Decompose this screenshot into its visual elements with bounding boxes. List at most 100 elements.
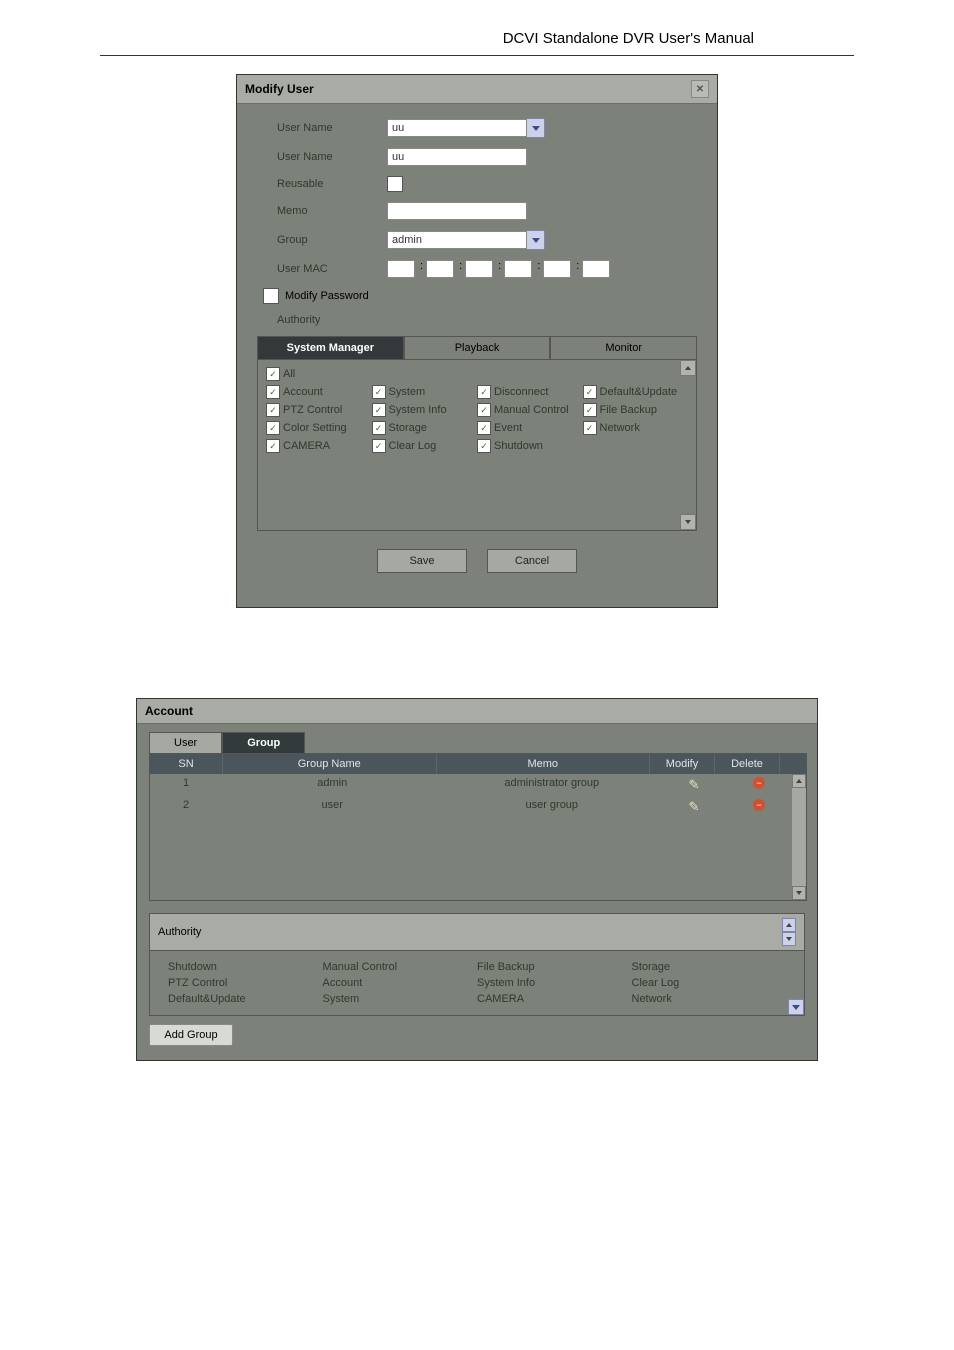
cancel-button[interactable]: Cancel: [487, 549, 577, 573]
reusable-label: Reusable: [257, 178, 387, 190]
perm-checkbox[interactable]: ✓: [266, 403, 280, 417]
col-sn-header: SN: [150, 754, 223, 774]
perm-label: File Backup: [600, 404, 657, 416]
scroll-down-button[interactable]: [680, 514, 696, 530]
authority-item: Default&Update: [168, 991, 323, 1007]
page-header: DCVI Standalone DVR User's Manual: [100, 0, 854, 56]
perm-label: System: [389, 386, 426, 398]
perm-checkbox[interactable]: ✓: [477, 385, 491, 399]
group-dropdown-button[interactable]: [527, 230, 545, 250]
add-group-button[interactable]: Add Group: [149, 1024, 233, 1046]
user-mac-label: User MAC: [257, 263, 387, 275]
cell-name: admin: [223, 774, 443, 796]
scroll-up-button[interactable]: [792, 774, 806, 788]
cell-memo: user group: [443, 796, 663, 818]
scroll-down-button[interactable]: [792, 886, 806, 900]
modify-password-checkbox[interactable]: [263, 288, 279, 304]
perm-label: Network: [600, 422, 640, 434]
perm-checkbox[interactable]: ✓: [266, 367, 280, 381]
reusable-checkbox[interactable]: [387, 176, 403, 192]
tab-user[interactable]: User: [149, 732, 222, 753]
modify-user-dialog: Modify User ✕ User Name User Name Reusab…: [236, 74, 718, 608]
permissions-panel: ✓All ✓Account ✓System ✓Disconnect ✓Defau…: [257, 360, 697, 531]
perm-label: PTZ Control: [283, 404, 342, 416]
perm-label: CAMERA: [283, 440, 330, 452]
col-delete-header: Delete: [715, 754, 780, 774]
authority-item: Storage: [632, 959, 787, 975]
mac-segment[interactable]: [504, 260, 532, 278]
group-table: SN Group Name Memo Modify Delete 1 admin…: [149, 753, 807, 901]
perm-checkbox[interactable]: ✓: [583, 421, 597, 435]
group-label: Group: [257, 234, 387, 246]
perm-checkbox[interactable]: ✓: [372, 403, 386, 417]
mac-segment[interactable]: [543, 260, 571, 278]
user-name-dropdown-button[interactable]: [527, 118, 545, 138]
scroll-down-button[interactable]: [788, 999, 804, 1015]
mac-segment[interactable]: [387, 260, 415, 278]
delete-icon[interactable]: −: [753, 799, 765, 811]
authority-label: Authority: [257, 314, 387, 326]
col-name-header: Group Name: [223, 754, 437, 774]
perm-checkbox[interactable]: ✓: [372, 385, 386, 399]
authority-item: File Backup: [477, 959, 632, 975]
tab-playback[interactable]: Playback: [404, 336, 551, 360]
perm-checkbox[interactable]: ✓: [477, 439, 491, 453]
mac-segment[interactable]: [582, 260, 610, 278]
save-button[interactable]: Save: [377, 549, 467, 573]
tab-monitor[interactable]: Monitor: [550, 336, 697, 360]
close-icon: ✕: [696, 84, 704, 95]
scroll-up-button[interactable]: [680, 360, 696, 376]
perm-label: Clear Log: [389, 440, 437, 452]
perm-checkbox[interactable]: ✓: [372, 421, 386, 435]
group-select[interactable]: [387, 231, 527, 249]
mac-segment[interactable]: [426, 260, 454, 278]
authority-item: Account: [323, 975, 478, 991]
perm-label: Account: [283, 386, 323, 398]
perm-checkbox[interactable]: ✓: [477, 403, 491, 417]
authority-item: System Info: [477, 975, 632, 991]
close-button[interactable]: ✕: [691, 80, 709, 98]
authority-item: System: [323, 991, 478, 1007]
chevron-down-icon: [796, 891, 802, 895]
perm-label: Storage: [389, 422, 428, 434]
delete-icon[interactable]: −: [753, 777, 765, 789]
tab-system-manager[interactable]: System Manager: [257, 336, 404, 360]
authority-list: Shutdown PTZ Control Default&Update Manu…: [149, 951, 805, 1016]
tab-group[interactable]: Group: [222, 732, 305, 753]
cell-memo: administrator group: [443, 774, 663, 796]
chevron-down-icon: [792, 1005, 800, 1010]
table-scrollbar[interactable]: [792, 774, 806, 900]
chevron-up-icon: [685, 366, 691, 370]
edit-icon[interactable]: ✎: [689, 799, 700, 815]
perm-checkbox[interactable]: ✓: [477, 421, 491, 435]
mac-segment[interactable]: [465, 260, 493, 278]
account-title: Account: [137, 699, 817, 724]
table-row[interactable]: 2 user user group ✎ −: [150, 796, 792, 818]
user-name-label: User Name: [257, 122, 387, 134]
perm-label: Color Setting: [283, 422, 347, 434]
authority-item: Clear Log: [632, 975, 787, 991]
cell-sn: 1: [150, 774, 223, 796]
perm-checkbox[interactable]: ✓: [266, 385, 280, 399]
perm-checkbox[interactable]: ✓: [583, 385, 597, 399]
chevron-up-icon: [782, 918, 796, 932]
perm-label: Default&Update: [600, 386, 678, 398]
col-memo-header: Memo: [437, 754, 651, 774]
table-row[interactable]: 1 admin administrator group ✎ −: [150, 774, 792, 796]
perm-label: Disconnect: [494, 386, 548, 398]
perm-checkbox[interactable]: ✓: [266, 421, 280, 435]
authority-item: Network: [632, 991, 787, 1007]
perm-checkbox[interactable]: ✓: [583, 403, 597, 417]
perm-label: Shutdown: [494, 440, 543, 452]
authority-label: Authority: [158, 926, 201, 938]
account-panel: Account User Group SN Group Name Memo Mo…: [136, 698, 818, 1061]
user-name-select[interactable]: [387, 119, 527, 137]
chevron-down-icon: [532, 126, 540, 131]
user-name-input[interactable]: [387, 148, 527, 166]
perm-checkbox[interactable]: ✓: [372, 439, 386, 453]
edit-icon[interactable]: ✎: [689, 777, 700, 793]
user-name2-label: User Name: [257, 151, 387, 163]
memo-input[interactable]: [387, 202, 527, 220]
authority-toggle[interactable]: [782, 918, 796, 946]
perm-checkbox[interactable]: ✓: [266, 439, 280, 453]
